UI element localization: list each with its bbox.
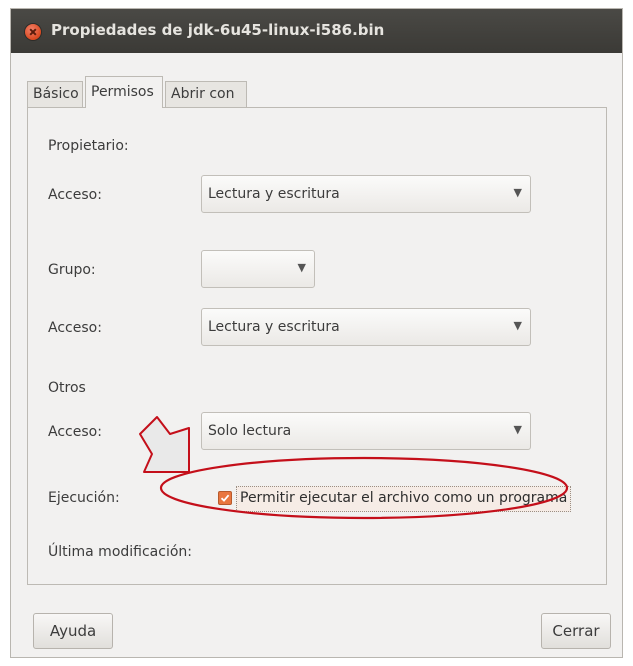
execution-checkbox-label[interactable]: Permitir ejecutar el archivo como un pro… (236, 486, 572, 512)
group-dropdown[interactable]: ▼ (201, 250, 315, 288)
group-access-label: Acceso: (48, 320, 102, 336)
group-access-dropdown[interactable]: Lectura y escritura ▼ (201, 308, 531, 346)
others-access-dropdown[interactable]: Solo lectura ▼ (201, 412, 531, 450)
owner-access-value: Lectura y escritura (208, 186, 340, 202)
tab-abrir-con[interactable]: Abrir con (165, 81, 247, 107)
title-bar[interactable]: Propiedades de jdk-6u45-linux-i586.bin (11, 9, 622, 53)
execution-checkbox[interactable] (218, 491, 232, 505)
tab-basico[interactable]: Básico (27, 81, 83, 107)
others-access-label: Acceso: (48, 424, 102, 440)
group-label: Grupo: (48, 262, 96, 278)
execution-label: Ejecución: (48, 490, 120, 506)
properties-dialog: Propiedades de jdk-6u45-linux-i586.bin B… (10, 8, 623, 658)
tab-permisos[interactable]: Permisos (85, 76, 163, 108)
chevron-down-icon: ▼ (513, 186, 522, 199)
group-access-value: Lectura y escritura (208, 319, 340, 335)
owner-access-label: Acceso: (48, 187, 102, 203)
execution-checkbox-row[interactable]: Permitir ejecutar el archivo como un pro… (216, 484, 572, 514)
last-modified-label: Última modificación: (48, 544, 192, 560)
close-button[interactable]: Cerrar (541, 613, 611, 649)
owner-heading: Propietario: (48, 138, 129, 154)
others-access-value: Solo lectura (208, 423, 292, 439)
close-icon[interactable] (25, 24, 41, 40)
chevron-down-icon: ▼ (513, 423, 522, 436)
window-title: Propiedades de jdk-6u45-linux-i586.bin (51, 21, 385, 39)
owner-access-dropdown[interactable]: Lectura y escritura ▼ (201, 175, 531, 213)
chevron-down-icon: ▼ (513, 319, 522, 332)
permissions-panel: Propietario: Acceso: Lectura y escritura… (27, 107, 607, 585)
others-heading: Otros (48, 380, 86, 396)
chevron-down-icon: ▼ (297, 261, 306, 274)
help-button[interactable]: Ayuda (33, 613, 113, 649)
check-icon (220, 494, 230, 502)
